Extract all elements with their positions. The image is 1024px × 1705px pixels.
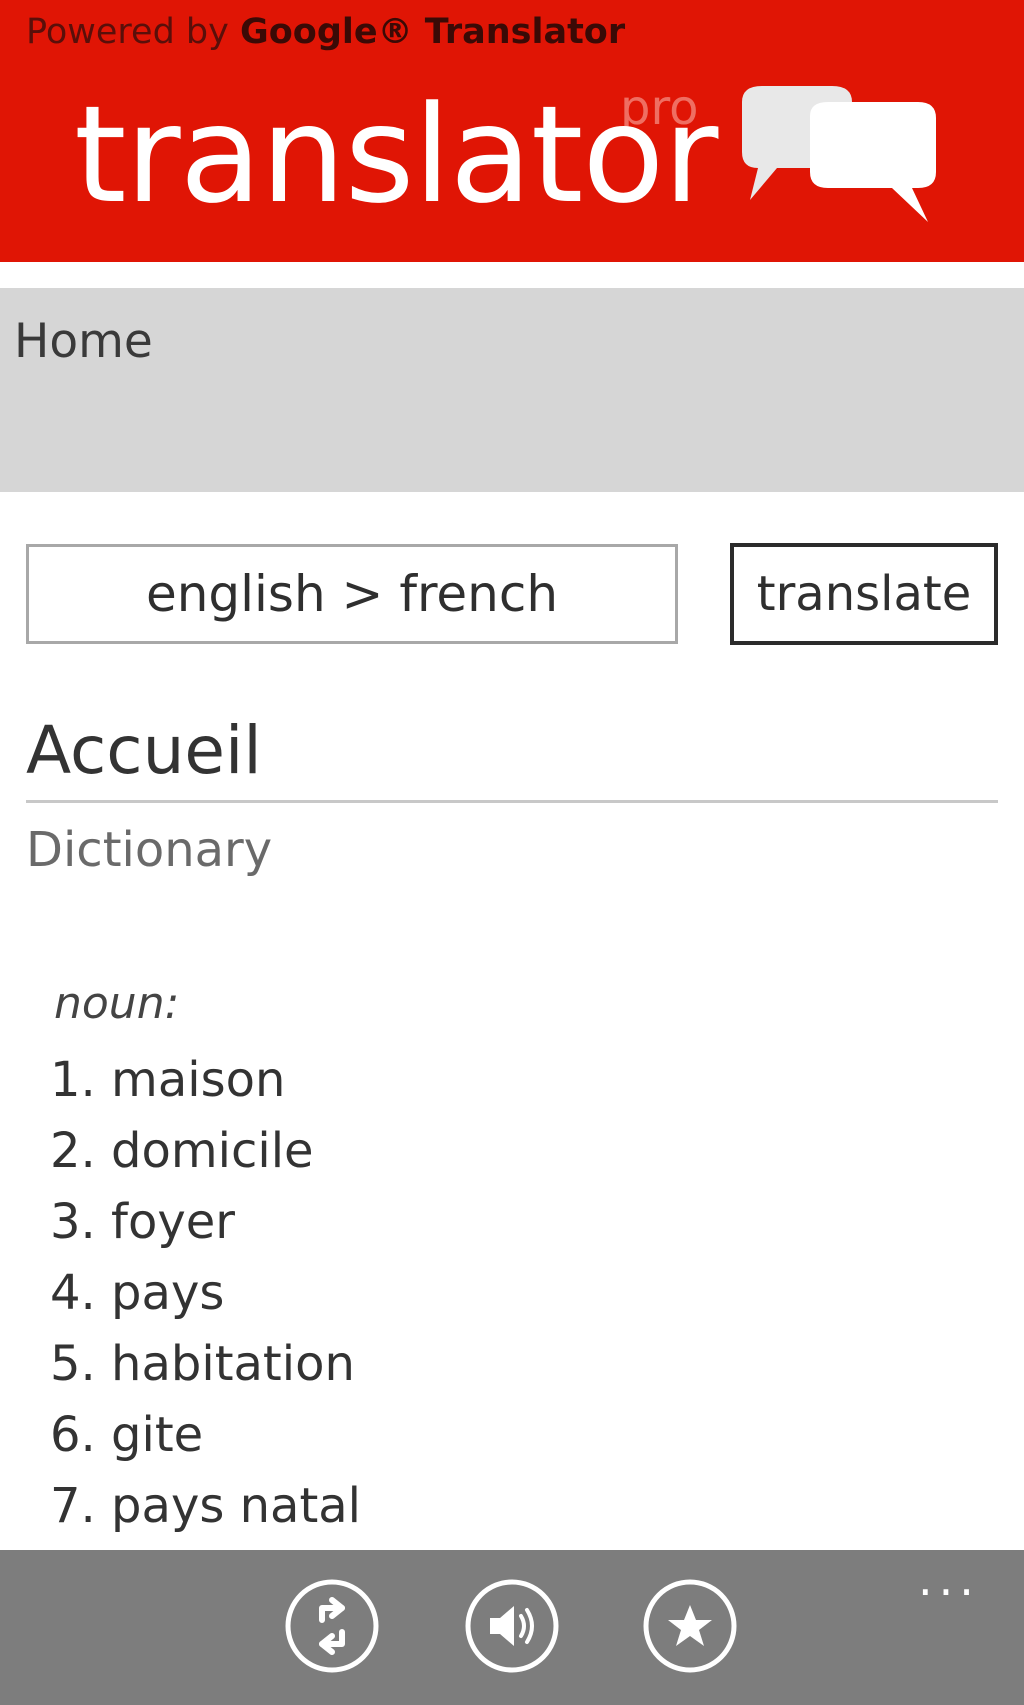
definition-item: 1. maison: [50, 1052, 286, 1108]
app-header: Powered by Google® Translator pro transl…: [0, 0, 1024, 262]
definition-item: 3. foyer: [50, 1194, 235, 1250]
header-separator: [0, 262, 1024, 288]
chat-bubbles-icon: [742, 86, 936, 222]
application-bar: ...: [0, 1550, 1024, 1705]
powered-prefix: Powered by: [26, 12, 229, 52]
page-header-band: Home: [0, 288, 1024, 492]
dictionary-label: Dictionary: [26, 822, 273, 878]
favorite-button[interactable]: [642, 1578, 738, 1674]
translation-result: Accueil: [26, 712, 262, 789]
speak-button[interactable]: [464, 1578, 560, 1674]
definition-item: 5. habitation: [50, 1336, 355, 1392]
more-menu-button[interactable]: ...: [918, 1556, 980, 1602]
result-divider: [26, 800, 998, 803]
language-pair-selector[interactable]: english > french: [26, 544, 678, 644]
translate-button[interactable]: translate: [730, 543, 998, 645]
powered-by-text: Powered by Google® Translator: [26, 12, 625, 52]
part-of-speech-label: noun:: [54, 978, 180, 1029]
definition-item: 4. pays: [50, 1265, 225, 1321]
speaker-icon: [490, 1606, 534, 1646]
swap-icon: [319, 1597, 345, 1655]
definition-item: 2. domicile: [50, 1123, 314, 1179]
page-title: Home: [14, 314, 153, 369]
swap-languages-button[interactable]: [284, 1578, 380, 1674]
definition-item: 7. pays natal: [50, 1478, 362, 1534]
powered-brand: Google® Translator: [240, 12, 626, 52]
definition-item: 6. gite: [50, 1407, 204, 1463]
app-title: translator: [74, 77, 718, 233]
star-icon: [668, 1605, 712, 1646]
definition-list: 1. maison 2. domicile 3. foyer 4. pays 5…: [50, 1045, 361, 1542]
